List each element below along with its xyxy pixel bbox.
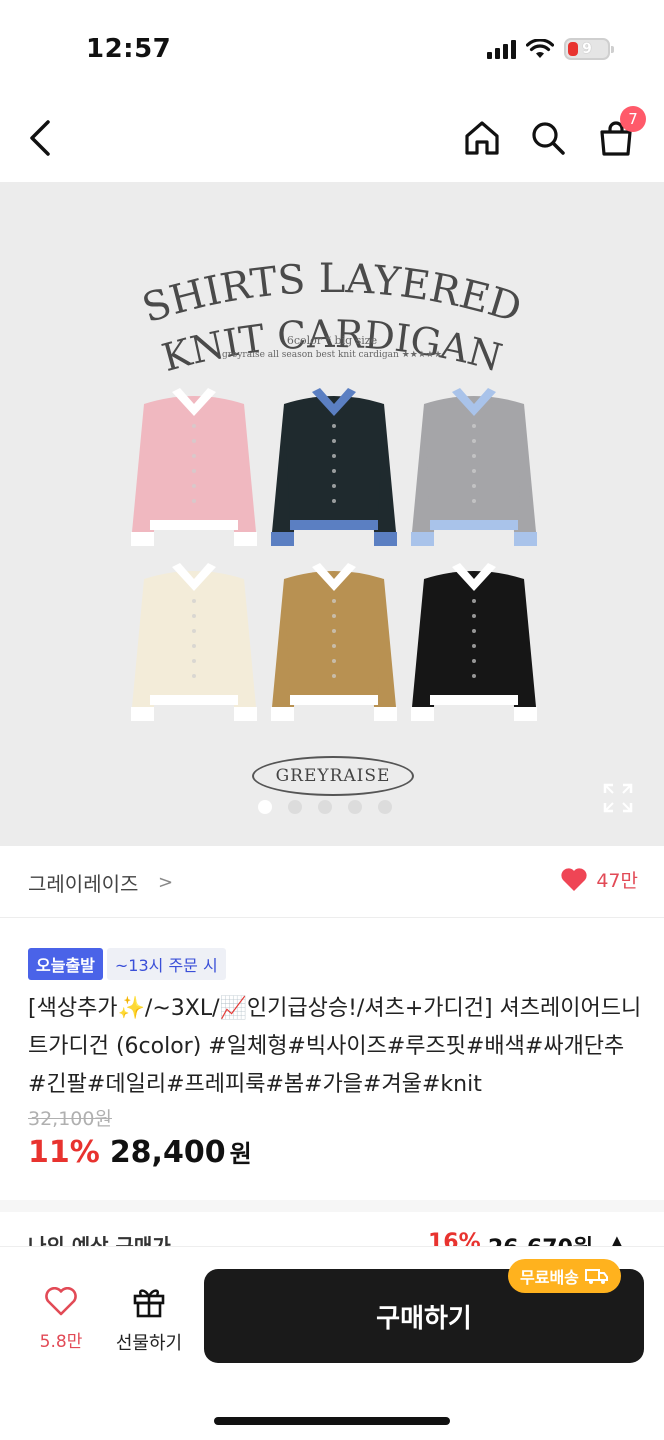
cellular-signal-icon [487,39,516,59]
cart-count-badge: 7 [620,106,646,132]
free-shipping-badge: 무료배송 [508,1259,621,1293]
seller-row[interactable]: 그레이레이즈 > 47만 [0,846,664,918]
heart-filled-icon [561,867,587,891]
search-icon [532,122,565,155]
gift-icon [133,1289,165,1318]
product-title: [색상추가✨/~3XL/📈인기급상승!/셔츠+가디건] 셔츠레이어드니트가디건 … [28,996,642,1097]
carousel-dot[interactable] [288,800,302,814]
back-button[interactable] [16,114,64,162]
hero-subtitle: 6color * big size [286,334,378,347]
free-shipping-label: 무료배송 [520,1268,579,1287]
chevron-left-icon [30,120,50,156]
store-like-count: 47만 [596,870,638,892]
store-like-button[interactable]: 47만 [560,866,638,893]
original-price: 32,100원 [28,1108,112,1130]
cardigan-illustration [411,563,537,721]
delivery-badges: 오늘출발 ~13시 주문 시 [28,948,226,980]
home-button[interactable] [458,114,506,162]
battery-icon: 9 [564,38,614,60]
bottom-action-bar: 5.8만 선물하기 구매하기 무료배송 [0,1246,664,1440]
sale-price: 28,400 [109,1135,226,1170]
wishlist-button[interactable]: 5.8만 [28,1286,94,1352]
chevron-right-icon: > [158,872,174,893]
price-unit: 원 [229,1140,252,1168]
order-cutoff-badge: ~13시 주문 시 [106,948,226,980]
home-icon [465,121,499,155]
heart-outline-icon [45,1286,77,1316]
cardigan-illustration [131,388,257,546]
cardigan-illustration [271,563,397,721]
search-button[interactable] [524,114,572,162]
home-indicator [214,1417,450,1425]
battery-level: 9 [582,41,592,57]
product-image-carousel[interactable]: SHIRTS LAYERED KNIT CARDIGAN 6color * bi… [0,182,664,846]
cardigan-illustration [411,388,537,546]
brand-logo: GREYRAISE [252,756,414,796]
carousel-dots[interactable] [258,800,392,814]
gift-button[interactable]: 선물하기 [110,1285,188,1355]
carousel-dot[interactable] [318,800,332,814]
seller-name[interactable]: 그레이레이즈 [28,868,138,897]
carousel-dot[interactable] [378,800,392,814]
wishlist-count: 5.8만 [39,1332,83,1352]
cardigan-grid [131,388,537,721]
status-time: 12:57 [86,34,172,64]
today-shipping-badge: 오늘출발 [28,948,103,980]
wifi-icon [526,39,554,58]
section-divider [0,1200,664,1212]
top-nav: 7 [0,96,664,182]
gift-label: 선물하기 [115,1333,183,1354]
status-bar: 12:57 9 [0,0,664,96]
status-icons: 9 [487,38,614,60]
carousel-dot[interactable] [348,800,362,814]
expand-icon[interactable] [602,782,634,814]
hero-tagline: greyraise all season best knit cardigan … [221,350,443,360]
carousel-dot[interactable] [258,800,272,814]
discount-rate: 11% [28,1135,100,1170]
cardigan-illustration [271,388,397,546]
cardigan-illustration [131,563,257,721]
truck-icon [584,1269,608,1284]
price-row: 11% 28,400 원 [28,1134,252,1170]
cart-button[interactable]: 7 [592,106,646,162]
